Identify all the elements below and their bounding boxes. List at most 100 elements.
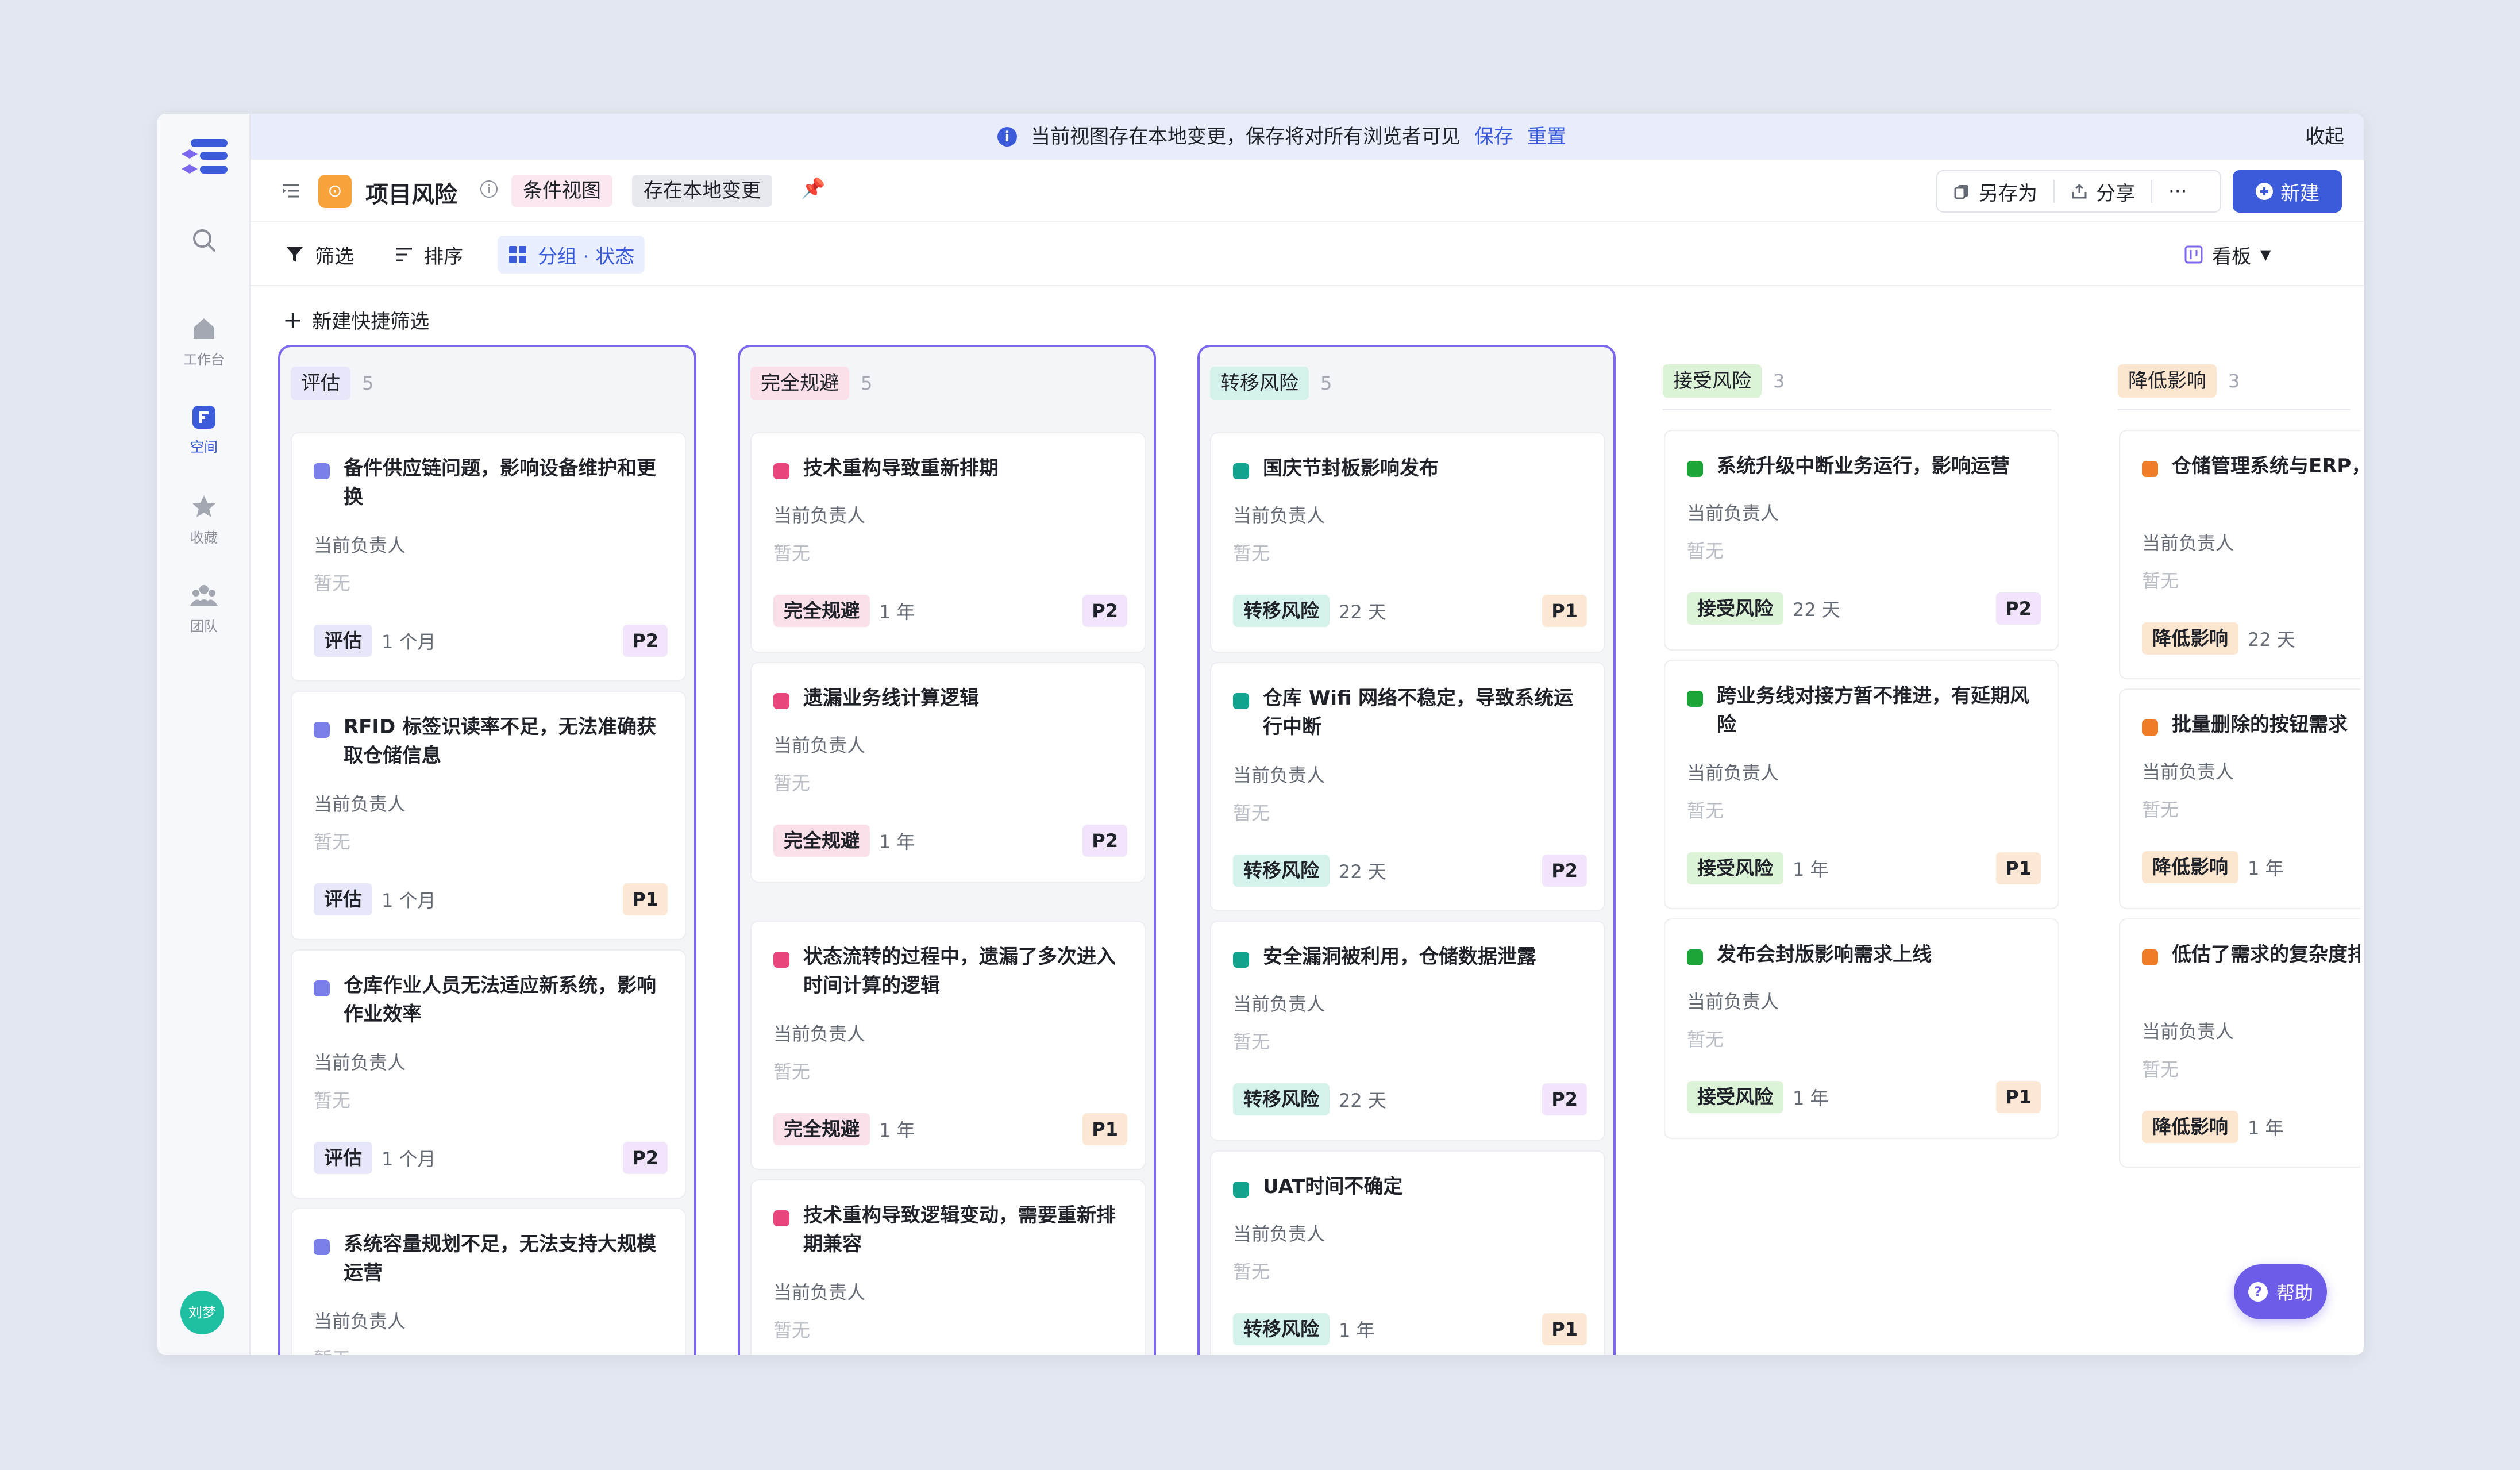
risk-card[interactable]: 系统升级中断业务运行，影响运营 当前负责人 暂无 接受风险 22 天 P2 — [1664, 430, 2059, 651]
risk-card[interactable]: 技术重构导致逻辑变动，需要重新排期兼容 当前负责人 暂无 — [750, 1179, 1146, 1355]
sidebar-item-team[interactable]: 团队 — [157, 582, 251, 635]
outline-toggle-icon[interactable] — [280, 180, 301, 201]
banner-message: 当前视图存在本地变更，保存将对所有浏览者可见 — [1031, 125, 1461, 148]
column-header: 降低影响 3 — [2118, 364, 2240, 398]
owner-value: 暂无 — [773, 542, 811, 564]
card-title: RFID 标签识读率不足，无法准确获取仓储信息 — [344, 715, 657, 767]
card-title: 低估了需求的复杂度排期 — [2172, 943, 2360, 966]
sidebar-item-space[interactable]: 空间 — [157, 405, 251, 456]
card-status-tag: 完全规避 — [773, 1113, 870, 1145]
column-count: 3 — [2228, 370, 2240, 392]
card-footer: 评估 1 个月 P2 — [314, 624, 668, 657]
card-footer: 完全规避 1 年 P1 — [773, 1113, 1127, 1146]
risk-card[interactable]: 遗漏业务线计算逻辑 当前负责人 暂无 完全规避 1 年 P2 — [750, 662, 1146, 883]
column-header: 评估 5 — [291, 367, 373, 400]
owner-value: 暂无 — [773, 1061, 811, 1083]
column-status-tag[interactable]: 评估 — [291, 367, 350, 400]
risk-card[interactable]: 跨业务线对接方暂不推进，有延期风险 当前负责人 暂无 接受风险 1 年 P1 — [1664, 660, 2059, 909]
new-button[interactable]: 新建 — [2233, 170, 2342, 213]
share-button[interactable]: 分享 — [2055, 171, 2151, 211]
avatar[interactable]: 刘梦 — [180, 1291, 224, 1334]
search-nav[interactable] — [157, 226, 251, 254]
risk-card[interactable]: 仓库 Wifi 网络不稳定，导致系统运行中断 当前负责人 暂无 转移风险 22 天 P2 — [1210, 662, 1605, 911]
column-status-tag[interactable]: 接受风险 — [1663, 364, 1762, 398]
sort-button[interactable]: 排序 — [384, 236, 473, 274]
help-button[interactable]: ? 帮助 — [2234, 1264, 2327, 1319]
risk-card[interactable]: 状态流转的过程中，遗漏了多次进入时间计算的逻辑 当前负责人 暂无 完全规避 1 年 P1 — [750, 921, 1146, 1170]
pin-icon[interactable]: 📌 — [801, 177, 825, 200]
view-label: 看板 — [2212, 245, 2251, 268]
card-title: 技术重构导致逻辑变动，需要重新排期兼容 — [803, 1204, 1116, 1256]
divider — [1663, 409, 2051, 410]
owner-label: 当前负责人 — [773, 505, 866, 526]
copy-icon — [1954, 185, 1968, 199]
priority-badge: P2 — [1542, 1083, 1587, 1115]
risk-card[interactable]: 发布会封版影响需求上线 当前负责人 暂无 接受风险 1 年 P1 — [1664, 918, 2059, 1139]
status-dot-icon — [1687, 461, 1703, 477]
condition-view-tag[interactable]: 条件视图 — [511, 175, 612, 207]
owner-label: 当前负责人 — [773, 734, 866, 756]
title-info-icon[interactable]: i — [480, 180, 498, 198]
team-icon — [190, 585, 218, 606]
risk-card[interactable]: 批量删除的按钮需求 当前负责人 暂无 降低影响 1 年 — [2119, 688, 2360, 909]
owner-value: 暂无 — [1233, 1031, 1270, 1053]
priority-badge: P2 — [1082, 825, 1127, 857]
app-logo-icon[interactable] — [179, 138, 229, 178]
app-window: 工作台 空间 收藏 团队 刘梦 i 当前视图存在本地变更，保存将对所有浏览者可见… — [157, 114, 2364, 1355]
owner-label: 当前负责人 — [314, 1310, 406, 1332]
owner-value: 暂无 — [314, 1345, 350, 1355]
risk-card[interactable]: RFID 标签识读率不足，无法准确获取仓储信息 当前负责人 暂无 评估 1 个月 P1 — [291, 691, 686, 940]
card-duration: 1 年 — [1793, 859, 1829, 880]
space-icon — [192, 406, 215, 429]
priority-badge: P2 — [623, 1142, 668, 1174]
plus-icon: + — [283, 305, 303, 334]
card-status-tag: 降低影响 — [2142, 851, 2238, 883]
card-title: UAT时间不确定 — [1263, 1175, 1403, 1198]
kanban-column: 接受风险 3 系统升级中断业务运行，影响运营 当前负责人 暂无 接受风险 22 天 P2 跨业务… — [1652, 345, 2062, 1355]
risk-card[interactable]: 技术重构导致重新排期 当前负责人 暂无 完全规避 1 年 P2 — [750, 432, 1146, 653]
status-dot-icon — [314, 463, 330, 479]
owner-label: 当前负责人 — [2142, 532, 2234, 554]
column-status-tag[interactable]: 降低影响 — [2118, 364, 2217, 398]
risk-card[interactable]: 低估了需求的复杂度排期当前负责人暂无降低影响 1 年 — [2119, 918, 2360, 1168]
main-area: i 当前视图存在本地变更，保存将对所有浏览者可见 保存 重置 收起 ⊙ 项目风险… — [251, 114, 2364, 1355]
view-header: ⊙ 项目风险 i 条件视图 存在本地变更 📌 另存为 分享 ··· 新建 — [251, 160, 2364, 222]
risk-card[interactable]: 仓库作业人员无法适应新系统，影响作业效率 当前负责人 暂无 评估 1 个月 P2 — [291, 949, 686, 1199]
sidebar-item-workbench[interactable]: 工作台 — [157, 315, 251, 368]
risk-card[interactable]: 仓储管理系统与ERP，无法实现数据同步当前负责人暂无降低影响 22 天 — [2119, 430, 2360, 679]
risk-card[interactable]: 备件供应链问题，影响设备维护和更换 当前负责人 暂无 评估 1 个月 P2 — [291, 432, 686, 682]
sidebar-item-favorites[interactable]: 收藏 — [157, 493, 251, 547]
priority-badge: P2 — [1542, 855, 1587, 887]
priority-badge: P1 — [1996, 852, 2041, 884]
card-duration: 22 天 — [1339, 1090, 1386, 1111]
save-as-button[interactable]: 另存为 — [1937, 171, 2053, 211]
risk-card[interactable]: 系统容量规划不足，无法支持大规模运营当前负责人暂无 — [291, 1208, 686, 1355]
column-status-tag[interactable]: 转移风险 — [1210, 367, 1309, 400]
collapse-button[interactable]: 收起 — [2305, 114, 2344, 160]
column-status-tag[interactable]: 完全规避 — [750, 367, 849, 400]
card-footer: 转移风险 1 年 P1 — [1233, 1313, 1587, 1346]
risk-card[interactable]: 安全漏洞被利用，仓储数据泄露 当前负责人 暂无 转移风险 22 天 P2 — [1210, 921, 1605, 1141]
save-link[interactable]: 保存 — [1474, 114, 1513, 160]
owner-value: 暂无 — [314, 1090, 351, 1111]
more-button[interactable]: ··· — [2152, 171, 2203, 211]
kanban-icon — [2184, 245, 2203, 264]
status-dot-icon — [773, 952, 789, 968]
new-quick-filter[interactable]: + 新建快捷筛选 — [283, 306, 429, 334]
card-title: 跨业务线对接方暂不推进，有延期风险 — [1717, 684, 2029, 736]
column-header: 转移风险 5 — [1210, 367, 1332, 400]
risk-card[interactable]: UAT时间不确定 当前负责人 暂无 转移风险 1 年 P1 — [1210, 1150, 1605, 1355]
card-footer: 降低影响 22 天 — [2142, 622, 2348, 655]
owner-value: 暂无 — [2142, 570, 2179, 592]
filter-button[interactable]: 筛选 — [275, 236, 364, 274]
risk-card[interactable]: 国庆节封板影响发布 当前负责人 暂无 转移风险 22 天 P1 — [1210, 432, 1605, 653]
card-footer: 接受风险 22 天 P2 — [1687, 592, 2041, 625]
group-button[interactable]: 分组 · 状态 — [498, 236, 645, 274]
save-as-label: 另存为 — [1979, 182, 2037, 205]
priority-badge: P2 — [1082, 595, 1127, 627]
view-switcher[interactable]: 看板 ▼ — [2184, 236, 2271, 274]
card-duration: 1 年 — [879, 1119, 915, 1141]
reset-link[interactable]: 重置 — [1527, 114, 1566, 160]
priority-badge: P1 — [1542, 595, 1587, 627]
owner-label: 当前负责人 — [2142, 761, 2234, 783]
